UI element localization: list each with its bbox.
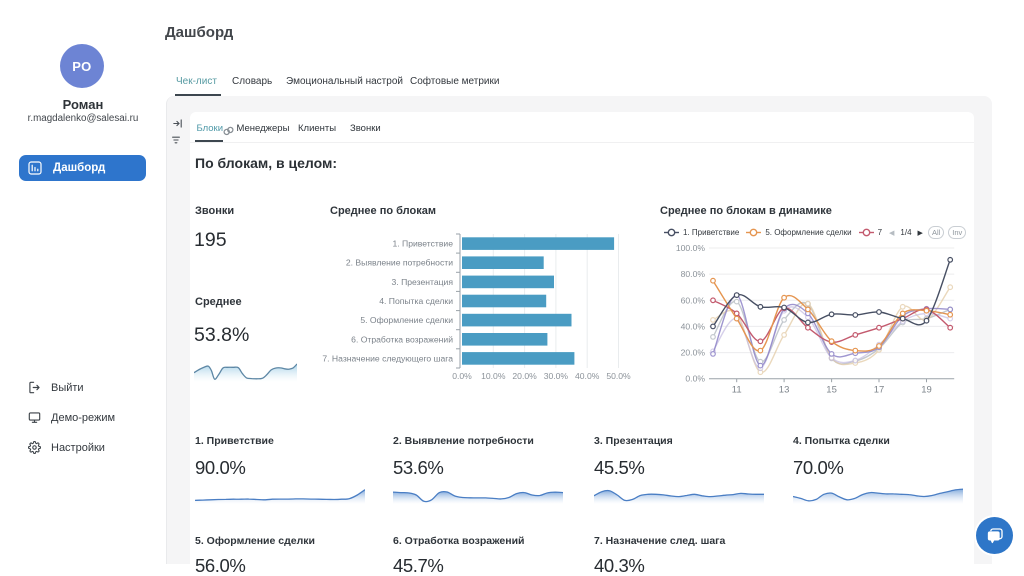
- svg-text:4. Попытка сделки: 4. Попытка сделки: [379, 296, 453, 306]
- svg-text:40.0%: 40.0%: [681, 321, 706, 331]
- svg-text:30.0%: 30.0%: [544, 371, 569, 381]
- svg-text:5. Оформление сделки: 5. Оформление сделки: [360, 315, 453, 325]
- svg-text:1. Приветствие: 1. Приветствие: [393, 239, 454, 249]
- svg-text:20.0%: 20.0%: [681, 348, 706, 358]
- svg-text:6. Отработка возражений: 6. Отработка возражений: [351, 334, 453, 344]
- svg-text:19: 19: [921, 385, 932, 396]
- svg-text:3. Презентация: 3. Презентация: [392, 277, 454, 287]
- svg-text:0.0%: 0.0%: [452, 371, 472, 381]
- svg-text:11: 11: [732, 385, 742, 396]
- svg-text:17: 17: [874, 385, 885, 396]
- svg-text:20.0%: 20.0%: [512, 371, 537, 381]
- svg-text:80.0%: 80.0%: [681, 269, 706, 279]
- svg-text:10.0%: 10.0%: [481, 371, 506, 381]
- svg-text:13: 13: [779, 385, 790, 396]
- svg-text:15: 15: [826, 385, 837, 396]
- svg-text:60.0%: 60.0%: [681, 295, 706, 305]
- svg-text:0.0%: 0.0%: [685, 374, 705, 384]
- svg-text:100.0%: 100.0%: [676, 243, 706, 253]
- svg-text:50.0%: 50.0%: [606, 371, 631, 381]
- svg-text:40.0%: 40.0%: [575, 371, 600, 381]
- svg-text:2. Выявление потребности: 2. Выявление потребности: [346, 258, 453, 268]
- svg-text:7. Назначение следующего шага: 7. Назначение следующего шага: [322, 353, 453, 363]
